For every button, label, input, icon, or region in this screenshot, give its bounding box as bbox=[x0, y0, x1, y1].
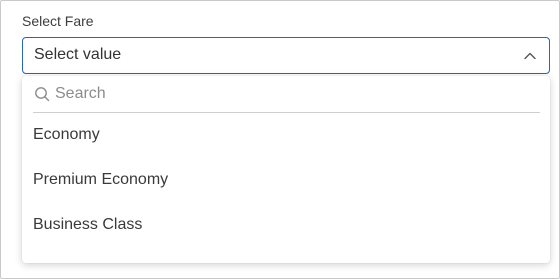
option-premium-economy[interactable]: Premium Economy bbox=[33, 171, 168, 189]
fare-selector-panel: Select Fare Select value Economy Premium… bbox=[0, 0, 560, 279]
field-label: Select Fare bbox=[22, 13, 94, 29]
select-value: Select value bbox=[34, 46, 122, 63]
option-business-class[interactable]: Business Class bbox=[33, 216, 142, 234]
chevron-up-icon[interactable] bbox=[523, 49, 537, 63]
fare-select[interactable]: Select value bbox=[22, 37, 550, 74]
search-icon bbox=[35, 87, 50, 102]
search-input[interactable] bbox=[55, 82, 525, 106]
dropdown-menu: Economy Premium Economy Business Class bbox=[22, 76, 550, 263]
search-row bbox=[33, 76, 540, 113]
option-economy[interactable]: Economy bbox=[33, 126, 100, 144]
